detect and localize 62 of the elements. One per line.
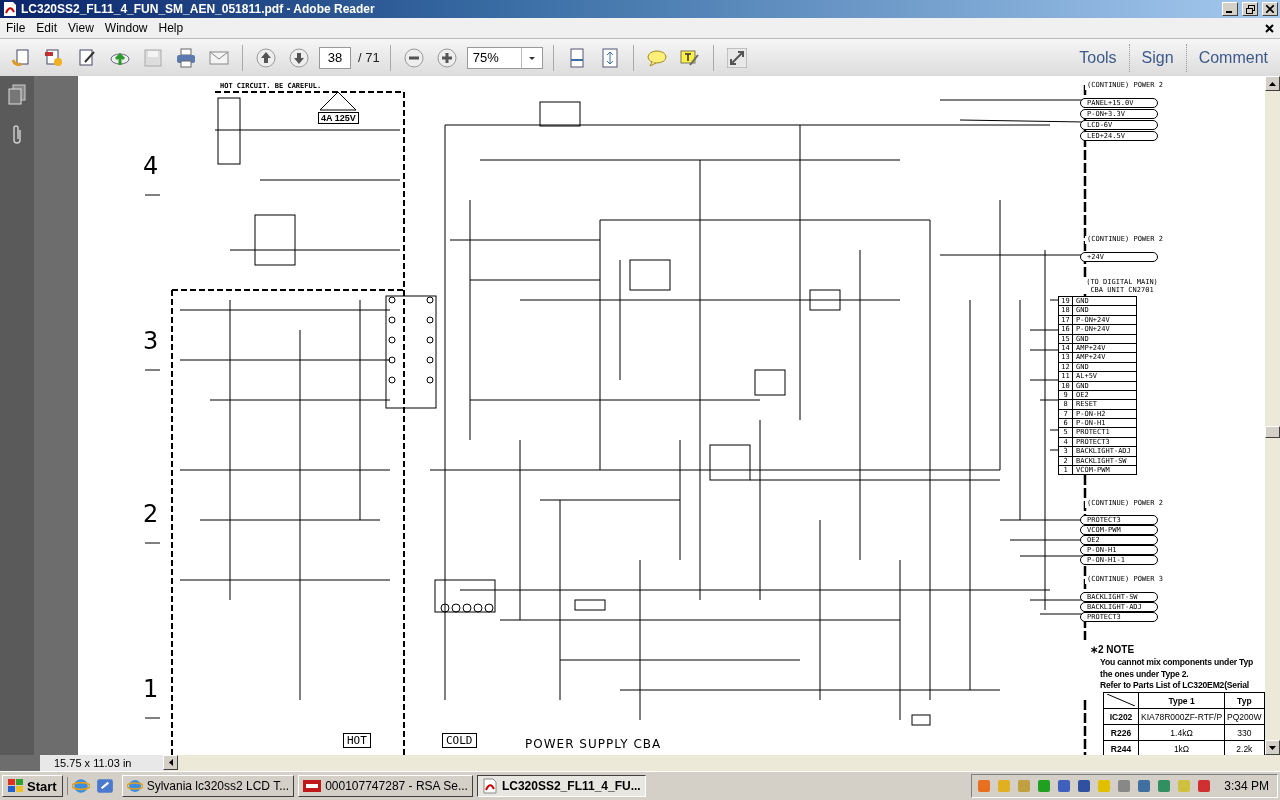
pages-icon[interactable] [7,84,27,106]
column-header: Typ [1224,692,1265,709]
restore-icon [1245,4,1255,14]
note-title: ∗2 NOTE [1090,644,1135,655]
page-size-label: 15.75 x 11.03 in [40,755,163,771]
panel-tab[interactable]: Tools [1067,43,1129,72]
table-cell: R226 [1103,724,1139,741]
table-cell: PQ200W [1224,708,1265,725]
close-icon[interactable] [1265,23,1274,33]
tag-icon [303,780,322,792]
note-text: the ones under Type 2. [1100,668,1189,679]
table-cell: 330 [1224,724,1265,741]
menu-item[interactable]: View [64,19,101,37]
left-arrow-icon [168,759,173,766]
zoom-field[interactable]: 75% [466,46,543,69]
menu-item[interactable]: File [2,19,33,37]
schematic-title: POWER SUPPLY CBA [525,737,662,751]
grid-row-marker: 4 [143,152,159,180]
panel-tab[interactable]: Comment [1185,43,1280,72]
taskbar-button[interactable]: LC320SS2_FL11_4_FU... [476,775,646,797]
flag-icon [8,779,24,793]
menu-item[interactable]: Help [154,19,191,37]
clock: 3:34 PM [1224,779,1269,793]
close-icon [1266,5,1274,13]
area-label: HOT [343,733,371,748]
horizontal-scrollbar[interactable] [163,755,1280,771]
pdf-icon [481,778,498,794]
table-cell: IC202 [1103,708,1139,725]
scroll-thumb[interactable] [1265,426,1280,438]
note-text: Refer to Parts List of LC320EM2(Serial [1100,680,1250,690]
grid-row-marker: 1 [143,675,159,703]
scroll-left-button[interactable] [163,755,178,770]
table-cell: 1.4kΩ [1138,724,1225,741]
minimize-button[interactable] [1222,2,1238,16]
menu-item[interactable]: Edit [32,19,65,37]
down-arrow-icon [1269,745,1276,750]
diagonal-line-icon [1107,693,1135,706]
column-header: Type 1 [1138,692,1225,709]
panel-tab[interactable]: Sign [1128,43,1186,72]
area-label: COLD [442,733,477,748]
taskbar-button[interactable]: Sylvania lc320ss2 LCD T... [121,775,295,797]
restore-button[interactable] [1242,2,1258,16]
navigation-pane-footer [0,755,40,771]
globe-icon [126,778,143,794]
window-title: LC320SS2_FL11_4_FUN_SM_AEN_051811.pdf - Adobe Reader [21,2,376,16]
grid-row-marker: 3 [143,327,159,355]
vertical-scrollbar[interactable] [1265,76,1280,755]
menu-item[interactable]: Window [100,19,155,37]
grid-row-marker: 2 [143,500,159,528]
start-button[interactable]: Start [2,775,63,797]
scroll-up-button[interactable] [1265,76,1280,91]
page-number-field[interactable]: 38 [319,46,351,69]
table-cell: KIA78R000ZF-RTF/P [1138,708,1225,725]
taskbar-button[interactable]: 000107747287 - RSA Se... [298,775,473,797]
pdf-icon [2,1,18,17]
note-text: You cannot mix components under Typ [1100,657,1254,667]
up-arrow-icon [1269,81,1276,86]
page-total: / 71 [358,50,380,65]
globe-icon[interactable] [71,777,90,795]
close-button[interactable] [1262,2,1278,16]
scroll-down-button[interactable] [1265,740,1280,755]
fuse-label: 4A 125V [318,112,359,124]
